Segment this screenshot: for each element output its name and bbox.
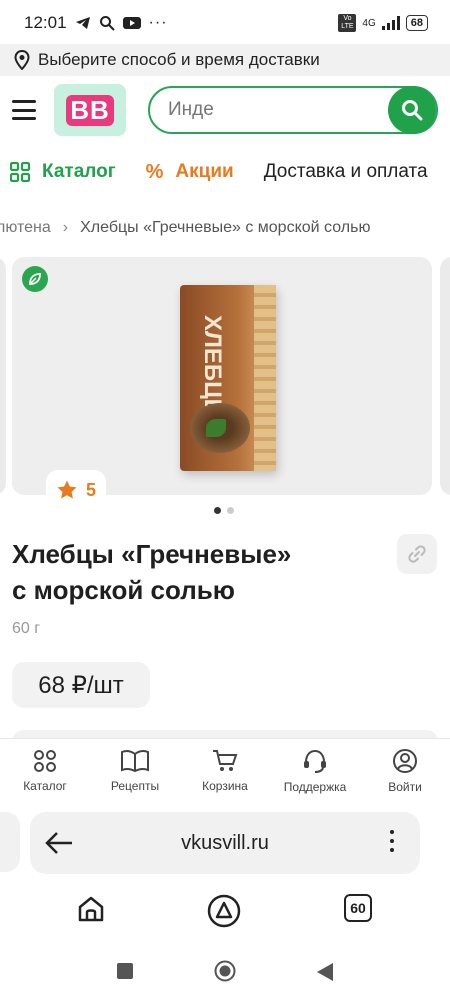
breadcrumb-item[interactable]: лютена bbox=[0, 219, 51, 237]
url-text[interactable]: vkusvill.ru bbox=[30, 832, 420, 855]
location-pin-icon bbox=[14, 50, 30, 70]
star-icon bbox=[57, 480, 77, 499]
user-icon bbox=[393, 748, 417, 773]
status-bar: 12:01 ··· Vo LTE 4G 68 bbox=[0, 0, 450, 46]
link-icon bbox=[408, 545, 426, 563]
search-icon bbox=[402, 100, 423, 121]
nav-promo[interactable]: % Акции bbox=[146, 161, 234, 184]
home-icon[interactable] bbox=[76, 894, 106, 924]
recents-square-icon[interactable] bbox=[116, 962, 134, 980]
nav-delivery-label: Доставка и оплата bbox=[263, 161, 428, 182]
signal-icon bbox=[381, 16, 400, 30]
gallery-prev-slide[interactable] bbox=[0, 257, 6, 495]
alice-assistant-icon[interactable] bbox=[207, 894, 241, 928]
tab-recipes[interactable]: Рецепты bbox=[90, 739, 180, 802]
product-weight: 60 г bbox=[12, 620, 41, 637]
breadcrumb-item-current[interactable]: Хлебцы «Гречневые» с морской солью bbox=[80, 219, 370, 237]
tab-support-label: Поддержка bbox=[283, 779, 347, 794]
tab-login[interactable]: Войти bbox=[360, 739, 450, 802]
search-input[interactable] bbox=[168, 99, 358, 121]
nav-catalog-label: Каталог bbox=[42, 161, 116, 182]
gallery-dots bbox=[214, 507, 234, 514]
battery-icon: 68 bbox=[405, 15, 428, 31]
gallery-next-slide[interactable] bbox=[440, 257, 450, 495]
volte-badge: Vo LTE bbox=[338, 14, 357, 32]
book-icon bbox=[121, 749, 149, 772]
browser-bottom-nav: 60 bbox=[0, 884, 450, 940]
product-price: 68 ₽/шт bbox=[12, 662, 150, 708]
menu-icon[interactable] bbox=[12, 100, 36, 120]
telegram-icon bbox=[75, 17, 90, 29]
search-box[interactable] bbox=[148, 86, 438, 134]
app-header: ВВ bbox=[0, 80, 450, 144]
system-nav-bar bbox=[0, 942, 450, 1000]
leaf-icon bbox=[22, 266, 48, 292]
home-circle-icon[interactable] bbox=[214, 960, 236, 982]
search-status-icon bbox=[99, 16, 115, 31]
product-pack-illustration: ХЛЕБЦЫ bbox=[180, 285, 276, 471]
rating-badge[interactable]: 5 bbox=[46, 470, 106, 510]
tab-login-label: Войти bbox=[388, 779, 422, 794]
address-bar[interactable]: vkusvill.ru bbox=[30, 812, 420, 874]
tab-catalog[interactable]: Каталог bbox=[0, 739, 90, 802]
product-image[interactable]: ХЛЕБЦЫ bbox=[12, 257, 432, 495]
search-button[interactable] bbox=[388, 86, 436, 134]
tab-recipes-label: Рецепты bbox=[110, 778, 160, 793]
percent-icon: % bbox=[145, 160, 164, 183]
youtube-icon bbox=[122, 17, 141, 29]
nav-catalog[interactable]: Каталог bbox=[10, 161, 116, 183]
status-time: 12:01 bbox=[24, 13, 67, 32]
product-title-line2: с морской солью bbox=[12, 575, 235, 605]
browser-toolbar: vkusvill.ru bbox=[0, 806, 450, 880]
gallery-dot[interactable] bbox=[227, 507, 234, 514]
network-type: 4G bbox=[362, 17, 376, 29]
tab-catalog-label: Каталог bbox=[23, 778, 67, 793]
catalog-icon bbox=[34, 749, 56, 772]
chevron-right-icon: › bbox=[62, 219, 69, 236]
headset-icon bbox=[304, 749, 326, 773]
nav-delivery[interactable]: Доставка и оплата bbox=[264, 161, 428, 183]
cart-icon bbox=[213, 749, 238, 771]
nav-promo-label: Акции bbox=[175, 161, 234, 182]
grid-icon bbox=[10, 162, 30, 182]
share-link-button[interactable] bbox=[397, 534, 437, 574]
logo-text: ВВ bbox=[66, 94, 114, 126]
bottom-tabbar: Каталог Рецепты Корзина Поддержка Войти bbox=[0, 738, 450, 802]
tabs-counter-button[interactable]: 60 bbox=[344, 894, 372, 922]
tab-cart-label: Корзина bbox=[202, 778, 248, 793]
breadcrumb: лютена › Хлебцы «Гречневые» с морской со… bbox=[0, 214, 450, 242]
previous-tab-peek[interactable] bbox=[0, 812, 20, 872]
product-title: Хлебцы «Гречневые» с морской солью bbox=[12, 536, 382, 608]
more-dots-icon: ··· bbox=[148, 14, 168, 31]
tab-cart[interactable]: Корзина bbox=[180, 739, 270, 802]
kebab-menu-icon[interactable] bbox=[390, 830, 394, 852]
product-gallery[interactable]: ХЛЕБЦЫ bbox=[0, 257, 450, 495]
logo[interactable]: ВВ bbox=[54, 84, 126, 136]
gallery-dot-active[interactable] bbox=[214, 507, 221, 514]
product-title-line1: Хлебцы «Гречневые» bbox=[12, 539, 292, 569]
top-nav: Каталог % Акции Доставка и оплата bbox=[0, 152, 450, 192]
tab-support[interactable]: Поддержка bbox=[270, 739, 360, 802]
delivery-text: Выберите способ и время доставки bbox=[38, 50, 320, 69]
delivery-bar[interactable]: Выберите способ и время доставки bbox=[0, 44, 450, 76]
back-triangle-icon[interactable] bbox=[316, 962, 334, 982]
rating-value: 5 bbox=[85, 479, 96, 500]
